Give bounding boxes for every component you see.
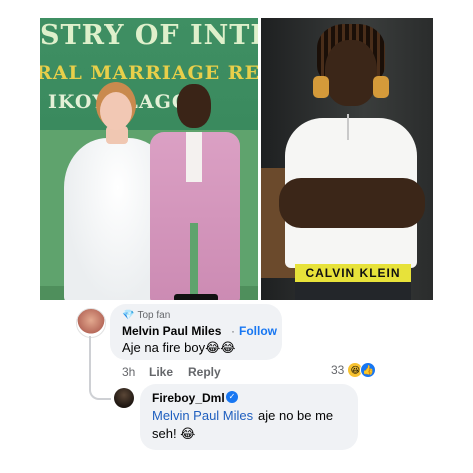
comment-time[interactable]: 3h — [122, 365, 135, 379]
diamond-icon: 💎 — [122, 310, 135, 321]
man-head — [325, 40, 377, 106]
pants — [295, 282, 411, 300]
reaction-count: 33 — [331, 363, 345, 377]
reply-author[interactable]: Fireboy_Dml — [152, 391, 225, 405]
top-fan-badge: 💎 Top fan — [122, 310, 170, 321]
commenter-avatar[interactable] — [76, 308, 106, 338]
groom-shoes — [174, 294, 218, 300]
comment-author[interactable]: Melvin Paul Miles — [122, 324, 221, 338]
reply-button[interactable]: Reply — [188, 365, 221, 379]
comment-text: Aje na fire boy😂😂 — [122, 340, 236, 355]
headphone-icon — [313, 76, 329, 98]
wedding-photo: STRY OF INTERIC RAL MARRIAGE REGISTI IKO… — [40, 18, 258, 300]
crossed-arms — [279, 178, 425, 228]
banner-line-3: IKOYI LAGOS — [48, 91, 205, 113]
banner-line-2: RAL MARRIAGE REGISTI — [40, 62, 258, 84]
headphone-icon — [373, 76, 389, 98]
verified-badge-icon: ✓ — [226, 391, 238, 403]
follow-button[interactable]: Follow — [239, 324, 277, 338]
reply-mention[interactable]: Melvin Paul Miles — [152, 408, 253, 423]
photo-collage: STRY OF INTERIC RAL MARRIAGE REGISTI IKO… — [40, 18, 433, 300]
bride-head — [100, 92, 132, 130]
top-fan-label: Top fan — [137, 310, 171, 321]
waistband: CALVIN KLEIN — [295, 264, 411, 282]
like-button[interactable]: Like — [149, 365, 173, 379]
reply-avatar[interactable] — [114, 388, 134, 408]
reaction-summary[interactable]: 33 😆 👍 — [331, 362, 377, 378]
necklace — [347, 114, 359, 140]
reply-text-line-2: seh! 😂 — [152, 426, 196, 441]
separator-dot: · — [231, 324, 235, 338]
groom-legs-gap — [190, 223, 198, 300]
registry-banner: STRY OF INTERIC RAL MARRIAGE REGISTI IKO… — [40, 18, 258, 130]
reply-text-line-1: aje no be me — [258, 408, 334, 423]
groom-head — [177, 84, 211, 128]
reply-thread-line — [89, 336, 111, 400]
groom-shirt — [186, 132, 202, 182]
like-icon: 👍 — [360, 362, 377, 378]
banner-line-1: STRY OF INTERIC — [40, 20, 258, 51]
studio-photo: CALVIN KLEIN — [261, 18, 433, 300]
